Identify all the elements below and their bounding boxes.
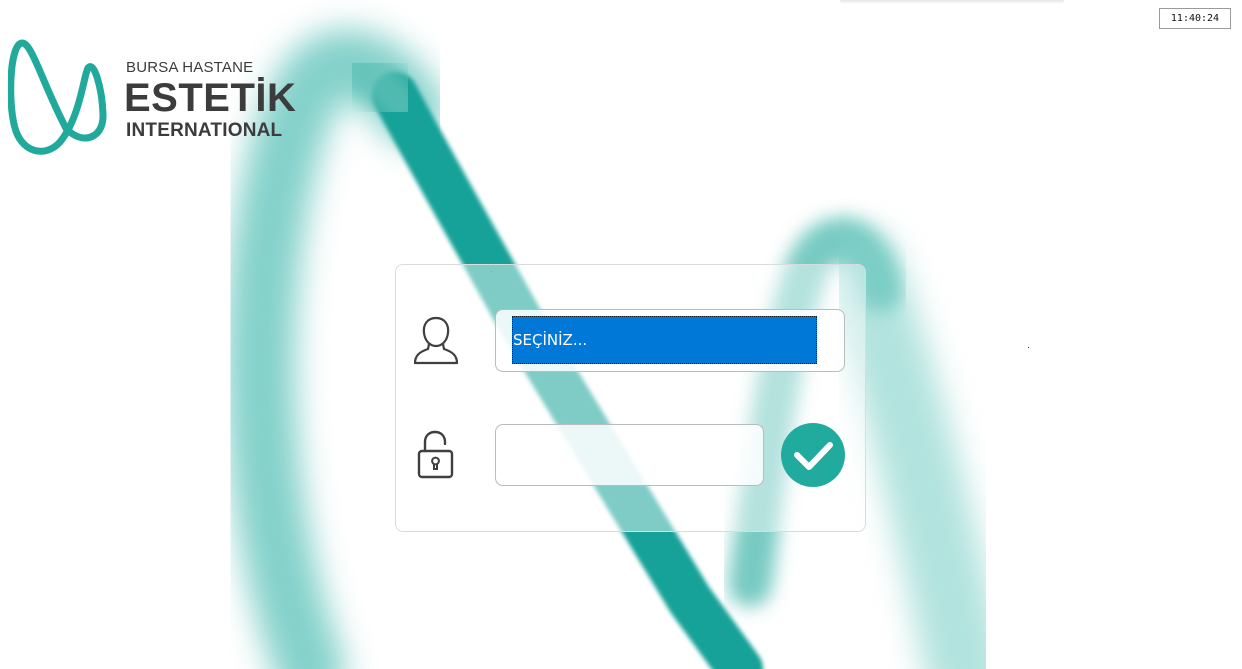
- user-icon: [413, 316, 459, 365]
- login-submit-button[interactable]: [781, 423, 845, 487]
- user-select-dropdown[interactable]: SEÇİNİZ...: [512, 316, 817, 364]
- top-bar-shadow: [840, 0, 1064, 4]
- logo-text-top: BURSA HASTANE: [126, 59, 254, 76]
- login-screen: 11:40:24 BURSA HASTANE ESTETİK INTERNATI…: [0, 0, 1242, 669]
- checkmark-icon: [794, 442, 833, 470]
- logo-mark-icon: [8, 39, 107, 155]
- logo-text-main: ESTETİK: [124, 76, 297, 120]
- unlock-icon: [417, 430, 454, 479]
- password-input[interactable]: [502, 431, 761, 481]
- brand-logo: BURSA HASTANE ESTETİK INTERNATIONAL: [8, 36, 296, 160]
- password-field-box: [495, 424, 764, 486]
- logo-text-bottom: INTERNATIONAL: [126, 120, 283, 141]
- clock-display: 11:40:24: [1159, 8, 1231, 29]
- artifact-dot: [1028, 347, 1029, 348]
- login-panel: SEÇİNİZ...: [395, 264, 866, 532]
- user-select-box: SEÇİNİZ...: [495, 309, 845, 372]
